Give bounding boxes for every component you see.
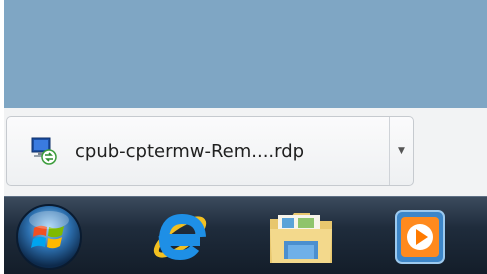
internet-explorer-icon[interactable] (144, 201, 214, 271)
screen: cpub-cptermw-Rem....rdp ▼ (0, 0, 487, 274)
chevron-down-icon: ▼ (398, 146, 405, 156)
desktop-background (4, 0, 487, 108)
media-player-icon[interactable] (384, 201, 454, 271)
download-file-button[interactable]: cpub-cptermw-Rem....rdp (7, 117, 389, 185)
remote-desktop-file-icon (31, 137, 57, 165)
download-file-name: cpub-cptermw-Rem....rdp (75, 140, 305, 162)
download-item[interactable]: cpub-cptermw-Rem....rdp ▼ (6, 116, 414, 186)
taskbar (4, 196, 487, 274)
windows-start-orb-icon[interactable] (14, 202, 84, 272)
download-options-button[interactable]: ▼ (390, 117, 413, 185)
folder-library-icon[interactable] (266, 201, 336, 271)
